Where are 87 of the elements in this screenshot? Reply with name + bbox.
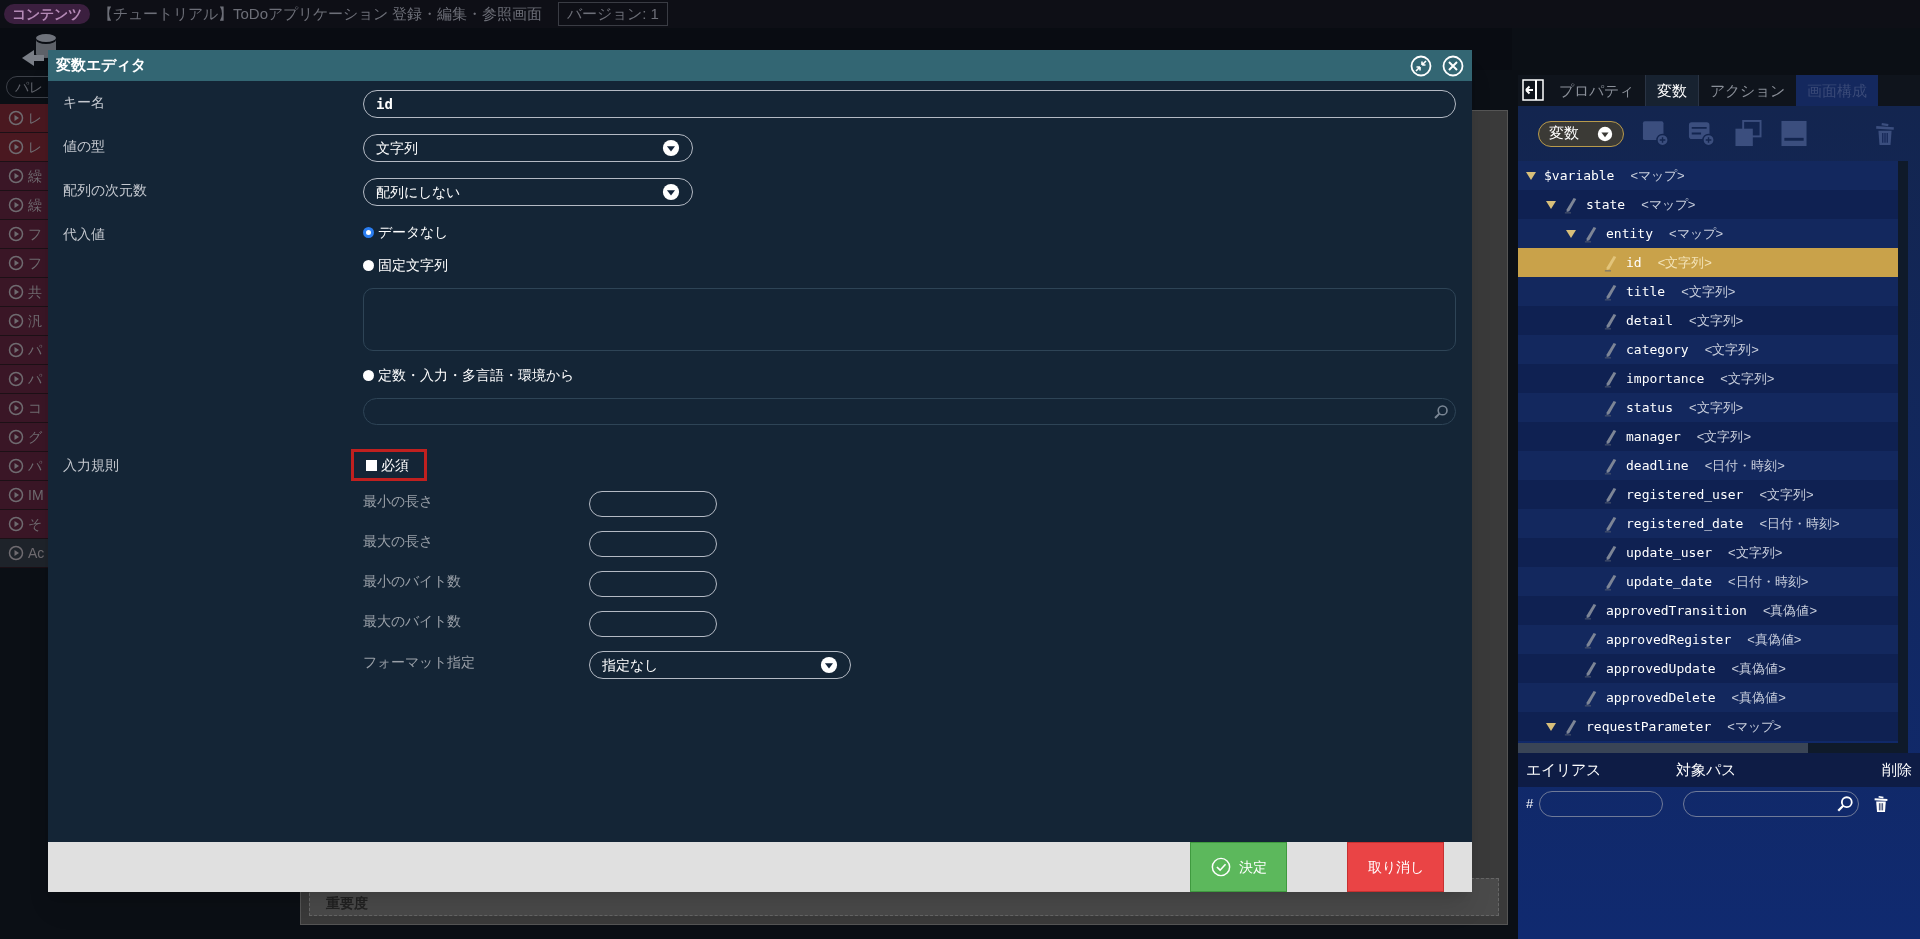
tree-item[interactable]: registered_user <文字列> <box>1518 480 1898 509</box>
panel-tab[interactable]: アクション <box>1699 75 1796 106</box>
scope-dropdown[interactable]: 変数 <box>1538 120 1624 147</box>
field-label: 最大のバイト数 <box>363 611 462 631</box>
variable-type: <マップ> <box>1641 195 1696 214</box>
variable-type: <文字列> <box>1720 369 1775 388</box>
tree-item[interactable]: manager <文字列> <box>1518 422 1898 451</box>
tree-item[interactable]: update_date <日付・時刻> <box>1518 567 1898 596</box>
tree-item[interactable]: state <マップ> <box>1518 190 1898 219</box>
variable-name: title <box>1626 282 1666 301</box>
variable-name: detail <box>1626 311 1673 330</box>
tree-item[interactable]: importance <文字列> <box>1518 364 1898 393</box>
variable-name: update_date <box>1626 572 1713 591</box>
variable-type: <日付・時刻> <box>1759 514 1840 533</box>
panel-tab[interactable]: 変数 <box>1645 75 1699 106</box>
radio-label: 定数・入力・多言語・環境から <box>378 366 574 385</box>
variable-name: approvedUpdate <box>1606 659 1716 678</box>
field-label: 最小のバイト数 <box>363 571 462 591</box>
tree-item[interactable]: approvedUpdate <真偽値> <box>1518 654 1898 683</box>
field-label: フォーマット指定 <box>363 652 476 672</box>
variable-type: <真偽値> <box>1762 601 1818 620</box>
variable-type: <真偽値> <box>1731 688 1786 707</box>
variable-name: importance <box>1626 369 1705 388</box>
tree-item[interactable]: update_user <文字列> <box>1518 538 1898 567</box>
tree-item[interactable]: $variable <マップ> <box>1518 161 1898 190</box>
variable-name: approvedDelete <box>1606 688 1716 707</box>
field-label: 代入値 <box>63 225 106 244</box>
radio-option[interactable]: データなし <box>363 222 1456 243</box>
variable-type: <文字列> <box>1728 543 1783 562</box>
field-label: 入力規則 <box>63 456 120 475</box>
variable-name: deadline <box>1626 456 1689 475</box>
variable-type: <真偽値> <box>1747 630 1802 649</box>
variable-name: manager <box>1626 427 1681 446</box>
variable-type: <文字列> <box>1704 340 1759 359</box>
radio-label: 固定文字列 <box>378 256 448 275</box>
field-label: 最小の長さ <box>363 491 434 511</box>
variable-name: approvedTransition <box>1606 601 1747 620</box>
variable-type: <マップ> <box>1630 166 1685 185</box>
tree-item[interactable]: requestParameter <マップ> <box>1518 712 1898 741</box>
tree-item[interactable]: approvedDelete <真偽値> <box>1518 683 1898 712</box>
radio-option[interactable]: 固定文字列 <box>363 255 1456 276</box>
checkbox-label: 必須 <box>381 455 409 475</box>
variable-name: status <box>1626 398 1673 417</box>
content-badge: コンテンツ <box>4 4 90 24</box>
variable-type: <真偽値> <box>1731 659 1786 678</box>
variable-name: entity <box>1606 224 1653 243</box>
variable-name: category <box>1626 340 1689 359</box>
field-label: 値の型 <box>63 137 106 156</box>
field-label: 最大の長さ <box>363 531 434 551</box>
column-header: 削除 <box>1882 759 1912 780</box>
variable-type: <文字列> <box>1657 253 1712 272</box>
field-label: キー名 <box>63 93 106 112</box>
column-header: エイリアス <box>1526 759 1602 780</box>
variable-name: update_user <box>1626 543 1713 562</box>
variable-name: state <box>1586 195 1626 214</box>
radio-label: データなし <box>378 223 448 242</box>
tree-item[interactable]: approvedRegister <真偽値> <box>1518 625 1898 654</box>
variable-type: <文字列> <box>1688 398 1744 417</box>
variable-type: <文字列> <box>1759 485 1814 504</box>
version-label: バージョン: 1 <box>558 2 668 26</box>
variable-type: <マップ> <box>1668 224 1724 243</box>
variable-type: <日付・時刻> <box>1728 572 1809 591</box>
variable-name: id <box>1626 253 1642 272</box>
variable-type: <文字列> <box>1681 282 1736 301</box>
cancel-button[interactable]: 取り消し <box>1347 842 1444 892</box>
tree-item[interactable]: approvedTransition <真偽値> <box>1518 596 1898 625</box>
required-checkbox[interactable]: 必須 <box>351 449 427 481</box>
variable-name: approvedRegister <box>1606 630 1732 649</box>
variable-name: $variable <box>1544 166 1615 185</box>
tree-item[interactable]: entity <マップ> <box>1518 219 1898 248</box>
variable-type: <文字列> <box>1688 311 1744 330</box>
field-label: 配列の次元数 <box>63 181 148 200</box>
variable-name: requestParameter <box>1586 717 1712 736</box>
variable-type: <日付・時刻> <box>1704 456 1785 475</box>
dialog-title: 変数エディタ <box>56 55 146 76</box>
variable-type: <マップ> <box>1727 717 1782 736</box>
tree-item[interactable]: category <文字列> <box>1518 335 1898 364</box>
variable-name: registered_date <box>1626 514 1744 533</box>
hash-label: # <box>1526 795 1534 814</box>
variable-type: <文字列> <box>1696 427 1751 446</box>
panel-tab[interactable]: プロパティ <box>1548 75 1645 106</box>
radio-option[interactable]: 定数・入力・多言語・環境から <box>363 365 1456 386</box>
tree-item[interactable]: detail <文字列> <box>1518 306 1898 335</box>
column-header: 対象パス <box>1676 759 1737 780</box>
page-title: 【チュートリアル】ToDoアプリケーション 登録・編集・参照画面 <box>98 3 543 24</box>
tree-item[interactable]: title <文字列> <box>1518 277 1898 306</box>
variable-name: registered_user <box>1626 485 1744 504</box>
